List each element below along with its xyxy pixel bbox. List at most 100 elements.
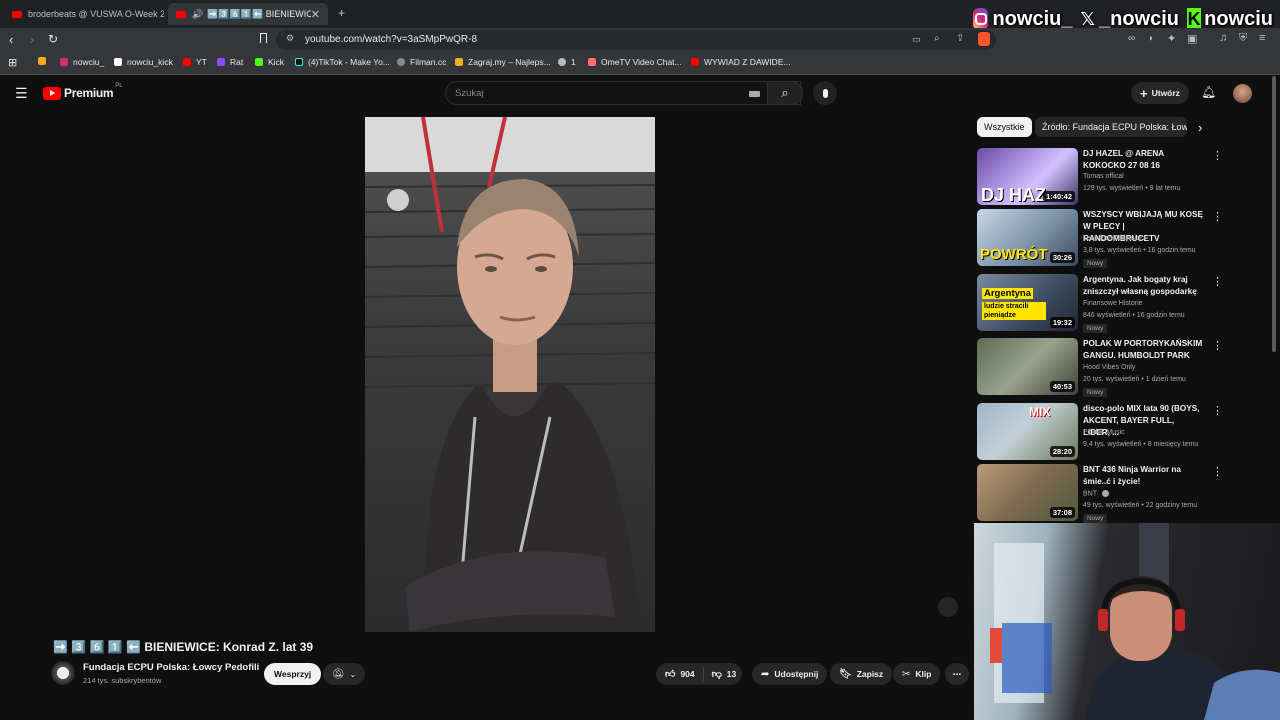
dislike-button[interactable]: 👎︎ 13 <box>704 668 745 680</box>
save-button[interactable]: 🔖︎ Zapisz <box>830 663 893 685</box>
site-info-icon[interactable]: ⚙ <box>286 33 294 44</box>
bookmark-item[interactable]: Filman.cc <box>397 57 446 67</box>
video-duration: 40:53 <box>1049 381 1075 392</box>
youtube-premium-logo[interactable]: Premium PL <box>43 83 123 100</box>
video-thumbnail[interactable]: DJ HAZ 1:40:42 <box>977 148 1078 205</box>
recommended-video[interactable]: 37:08 BNT 436 Ninja Warrior na śmie..ć i… <box>977 464 1223 523</box>
bookmark-item[interactable]: OmeTV Video Chat... <box>588 57 682 67</box>
more-horizontal-icon: ⋯ <box>952 668 962 679</box>
bookmark-item[interactable]: nowciu_ <box>60 57 104 67</box>
new-badge: Nowy <box>1083 388 1108 397</box>
video-title[interactable]: BNT 436 Ninja Warrior na śmie..ć i życie… <box>1083 464 1203 488</box>
video-thumbnail[interactable]: MIX 28:20 <box>977 403 1078 460</box>
apps-grid-icon[interactable]: ⊞ <box>8 56 17 69</box>
media-icon[interactable]: ♫ <box>1219 32 1227 44</box>
avatar[interactable] <box>1233 84 1252 103</box>
more-vertical-icon[interactable]: ⋮ <box>1212 339 1223 352</box>
channel-avatar[interactable] <box>51 661 75 685</box>
voice-search-button[interactable] <box>813 81 837 105</box>
video-channel[interactable]: Finansowe Historie <box>1083 300 1143 307</box>
shield-icon[interactable]: ⛨ <box>1239 32 1247 45</box>
more-actions-button[interactable]: ⋯ <box>945 663 969 685</box>
support-button[interactable]: Wesprzyj <box>264 663 322 685</box>
video-thumbnail[interactable]: Argentyna ludzie stracili pieniądze 19:3… <box>977 274 1078 331</box>
tab-title: ➡️3️⃣6️⃣1️⃣⬅️ BIENIEWICE: Ko <box>207 8 311 19</box>
youtube-icon <box>183 58 191 66</box>
sidebar-icon[interactable]: ▣ <box>1187 32 1197 45</box>
video-channel[interactable]: BNT <box>1083 490 1109 497</box>
notifications-bell-icon[interactable]: 🔔︎ <box>1201 85 1216 99</box>
chevron-right-icon[interactable]: › <box>1198 120 1202 135</box>
video-thumbnail[interactable]: 37:08 <box>977 464 1078 521</box>
subscribed-notifications-button[interactable]: 🔕︎ ⌄ <box>323 663 365 685</box>
subscriber-count: 214 tys. subskrybentów <box>83 676 162 685</box>
recommended-video[interactable]: Argentyna ludzie stracili pieniądze 19:3… <box>977 274 1223 333</box>
zoom-icon[interactable]: ⌕ <box>934 33 940 44</box>
browser-tab-active[interactable]: 🔊 ➡️3️⃣6️⃣1️⃣⬅️ BIENIEWICE: Ko ✕ <box>168 3 328 25</box>
bookmark-item[interactable]: Kick <box>255 57 284 67</box>
video-thumbnail[interactable]: POWRÓT 30:26 <box>977 209 1078 266</box>
video-duration: 28:20 <box>1049 446 1075 457</box>
bookmark-item[interactable]: Rat <box>217 57 243 67</box>
bookmark-item[interactable]: 1 <box>558 57 576 67</box>
reload-icon[interactable]: ↻ <box>48 32 58 46</box>
more-vertical-icon[interactable]: ⋮ <box>1212 149 1223 162</box>
browser-tab[interactable]: broderbeats @ VUSWA O-Week 2024 <box>4 3 164 25</box>
video-title[interactable]: Argentyna. Jak bogaty kraj zniszczył wła… <box>1083 274 1203 298</box>
hamburger-menu-icon[interactable]: ☰ <box>15 86 28 100</box>
bookmark-page-icon[interactable] <box>260 33 267 43</box>
wallet-icon[interactable]: ◗ <box>1148 33 1154 44</box>
video-channel[interactable]: Hood Vibes Only <box>1083 364 1135 371</box>
chip-source[interactable]: Źródło: Fundacja ECPU Polska: Łowcy <box>1035 117 1187 137</box>
extensions-icon[interactable]: ✦ <box>1167 32 1176 45</box>
share-page-icon[interactable]: ⇪ <box>956 33 964 44</box>
bookmark-item[interactable]: WYWIAD Z DAWIDE... <box>691 57 791 67</box>
new-tab-button[interactable]: + <box>338 6 345 20</box>
video-channel[interactable]: Poldek Music <box>1083 429 1125 436</box>
video-channel[interactable]: Teemiorz Zadymiorz <box>1083 235 1146 242</box>
youtube-play-icon <box>43 86 61 100</box>
video-player[interactable] <box>365 117 655 632</box>
vpn-icon[interactable]: ∞ <box>1128 33 1135 44</box>
clip-button[interactable]: ✂ Klip <box>893 663 941 685</box>
bookmark-item[interactable] <box>38 57 51 65</box>
close-tab-icon[interactable]: ✕ <box>311 8 320 21</box>
more-vertical-icon[interactable]: ⋮ <box>1212 465 1223 478</box>
cast-icon[interactable]: ▭ <box>912 34 921 45</box>
menu-icon[interactable]: ≡ <box>1259 32 1265 44</box>
keyboard-icon[interactable] <box>749 91 760 97</box>
create-button[interactable]: + Utwórz <box>1131 82 1189 104</box>
channel-name[interactable]: Fundacja ECPU Polska: Łowcy Pedofili <box>83 662 259 673</box>
like-button[interactable]: 👍︎ 904 <box>656 667 704 681</box>
microphone-icon <box>822 88 828 98</box>
bookmark-item[interactable]: nowciu_kick <box>114 57 173 67</box>
more-vertical-icon[interactable]: ⋮ <box>1212 404 1223 417</box>
url-text[interactable]: youtube.com/watch?v=3aSMpPwQR-8 <box>305 34 477 45</box>
recommended-video[interactable]: DJ HAZ 1:40:42 DJ HAZEL @ ARENA KOKOCKO … <box>977 148 1223 206</box>
back-icon[interactable]: ‹ <box>9 32 13 47</box>
bookmark-item[interactable]: (4)TikTok - Make Yo... <box>295 57 390 67</box>
forward-icon[interactable]: › <box>30 32 34 47</box>
chip-all[interactable]: Wszystkie <box>977 117 1032 137</box>
channel-watermark-icon[interactable] <box>938 597 958 617</box>
more-vertical-icon[interactable]: ⋮ <box>1212 210 1223 223</box>
bookmark-item[interactable]: YT <box>183 57 207 67</box>
address-bar[interactable]: ⚙ youtube.com/watch?v=3aSMpPwQR-8 ▭ ⌕ ⇪ <box>276 30 996 50</box>
brave-shield-icon[interactable] <box>978 32 990 46</box>
search-input[interactable]: Szukaj <box>445 81 801 105</box>
streamer-webcam <box>974 523 1280 720</box>
share-button[interactable]: ➦ Udostępnij <box>752 663 828 685</box>
video-title[interactable]: DJ HAZEL @ ARENA KOKOCKO 27 08 16 <box>1083 148 1203 172</box>
video-thumbnail[interactable]: 40:53 <box>977 338 1078 395</box>
bookmark-item[interactable]: Zagraj.my – Najleps... <box>455 57 551 67</box>
video-title[interactable]: POLAK W PORTORYKAŃSKIM GANGU. HUMBOLDT P… <box>1083 338 1203 362</box>
page-scrollbar[interactable] <box>1272 76 1276 352</box>
recommended-video[interactable]: 40:53 POLAK W PORTORYKAŃSKIM GANGU. HUMB… <box>977 338 1223 397</box>
video-duration: 19:32 <box>1049 317 1075 328</box>
ometv-icon <box>588 58 596 66</box>
recommended-video[interactable]: POWRÓT 30:26 WSZYSCY WBIJAJĄ MU KOSĘ W P… <box>977 209 1223 268</box>
recommended-video[interactable]: MIX 28:20 disco-polo MIX lata 90 (BOYS, … <box>977 403 1223 461</box>
more-vertical-icon[interactable]: ⋮ <box>1212 275 1223 288</box>
video-channel[interactable]: Tomas offical <box>1083 173 1124 180</box>
search-button[interactable]: ⌕ <box>767 81 803 105</box>
